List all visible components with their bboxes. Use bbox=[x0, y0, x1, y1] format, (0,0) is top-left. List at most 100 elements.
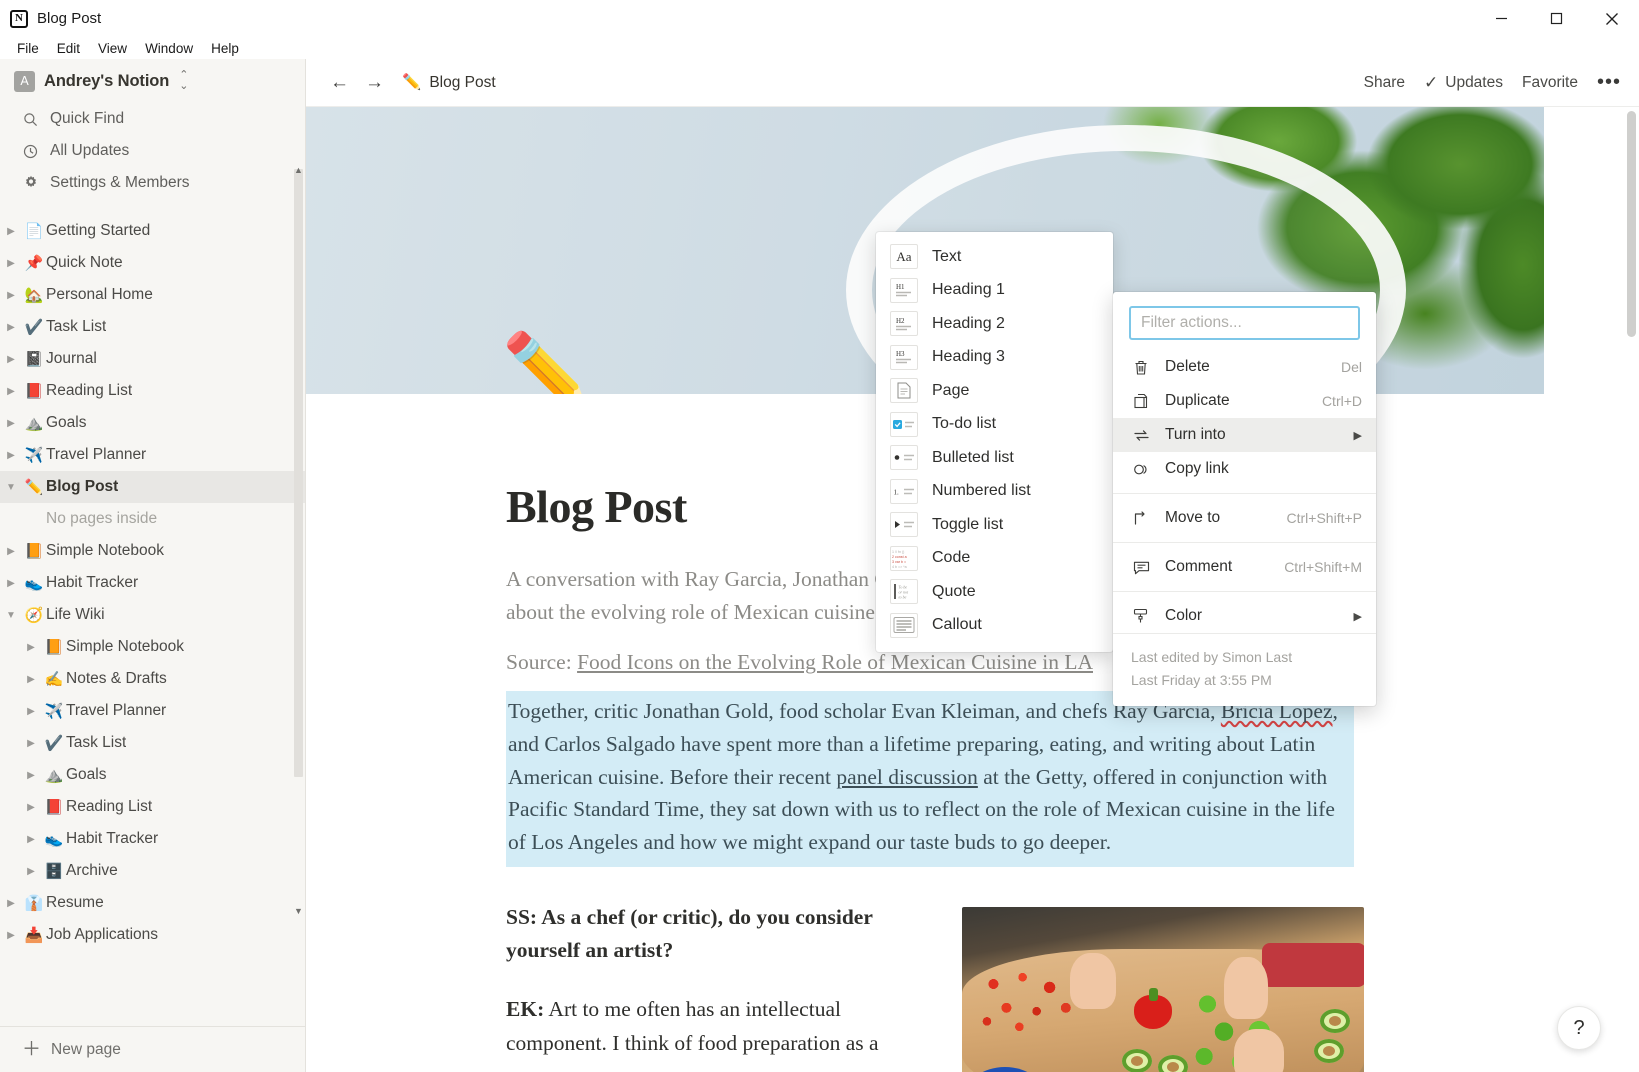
arrow-right-icon[interactable]: → bbox=[365, 72, 384, 94]
turn-into-option-numbered-list[interactable]: 1. Numbered list bbox=[876, 475, 1113, 509]
tree-item-simple-notebook[interactable]: ▶ 📙 Simple Notebook bbox=[0, 631, 305, 663]
tree-item-goals[interactable]: ▶ ⛰️ Goals bbox=[0, 407, 305, 439]
minimize-icon[interactable] bbox=[1474, 0, 1529, 37]
sidebar-scrollbar-thumb[interactable] bbox=[294, 169, 303, 777]
sidebar-item-settings-members[interactable]: Settings & Members bbox=[0, 167, 305, 199]
new-page-button[interactable]: ＋ New page bbox=[0, 1026, 305, 1072]
chevron-right-icon[interactable]: ▶ bbox=[0, 578, 22, 589]
turn-into-option-quote[interactable]: To be or not to be Quote bbox=[876, 575, 1113, 609]
share-button[interactable]: Share bbox=[1364, 74, 1405, 92]
tree-item-getting-started[interactable]: ▶ 📄 Getting Started bbox=[0, 215, 305, 247]
tree-item-task-list[interactable]: ▶ ✔️ Task List bbox=[0, 311, 305, 343]
tree-item-blog-post[interactable]: ▼ ✏️ Blog Post bbox=[0, 471, 305, 503]
turn-into-option-heading-2[interactable]: H2 Heading 2 bbox=[876, 307, 1113, 341]
tree-item-habit-tracker[interactable]: ▶ 👟 Habit Tracker bbox=[0, 567, 305, 599]
maximize-icon[interactable] bbox=[1529, 0, 1584, 37]
workspace-switcher[interactable]: A Andrey's Notion ⌃ ⌄ bbox=[0, 59, 305, 103]
more-dots-icon[interactable]: ••• bbox=[1597, 71, 1621, 94]
source-link[interactable]: Food Icons on the Evolving Role of Mexic… bbox=[577, 650, 1093, 674]
turn-into-option-toggle-list[interactable]: Toggle list bbox=[876, 508, 1113, 542]
chevron-right-icon[interactable]: ▶ bbox=[20, 770, 42, 781]
turn-into-option-text[interactable]: Aa Text bbox=[876, 240, 1113, 274]
tree-item-resume[interactable]: ▶ 👔 Resume bbox=[0, 887, 305, 919]
chevron-right-icon[interactable]: ▶ bbox=[0, 450, 22, 461]
context-menu-item-comment[interactable]: Comment Ctrl+Shift+M bbox=[1113, 550, 1376, 584]
tree-item-simple-notebook[interactable]: ▶ 📙 Simple Notebook bbox=[0, 535, 305, 567]
turn-into-option-heading-1[interactable]: H1 Heading 1 bbox=[876, 274, 1113, 308]
tree-item-journal[interactable]: ▶ 📓 Journal bbox=[0, 343, 305, 375]
chevron-right-icon[interactable]: ▶ bbox=[0, 546, 22, 557]
tree-item-goals[interactable]: ▶ ⛰️ Goals bbox=[0, 759, 305, 791]
turn-into-option-heading-3[interactable]: H3 Heading 3 bbox=[876, 341, 1113, 375]
tree-item-travel-planner[interactable]: ▶ ✈️ Travel Planner bbox=[0, 695, 305, 727]
sidebar-item-quick-find[interactable]: Quick Find bbox=[0, 103, 305, 135]
filter-actions-input[interactable] bbox=[1141, 314, 1348, 332]
page-icon-emoji[interactable]: ✏️ bbox=[502, 335, 592, 394]
chevron-right-icon[interactable]: ▶ bbox=[20, 706, 42, 717]
turn-into-option-callout[interactable]: Callout bbox=[876, 609, 1113, 643]
page-icon bbox=[890, 378, 918, 404]
chevron-right-icon[interactable]: ▶ bbox=[0, 898, 22, 909]
menu-window[interactable]: Window bbox=[136, 40, 202, 57]
context-menu-item-turn-into[interactable]: Turn into ▶ bbox=[1113, 418, 1376, 452]
context-menu-item-move-to[interactable]: Move to Ctrl+Shift+P bbox=[1113, 501, 1376, 535]
chevron-down-icon[interactable]: ▼ bbox=[0, 610, 22, 621]
page-scroll-up-arrow[interactable]: ▲ bbox=[1625, 107, 1637, 109]
arrow-left-icon[interactable]: ← bbox=[330, 72, 349, 94]
chevron-right-icon[interactable]: ▶ bbox=[20, 802, 42, 813]
sidebar-scroll-down-arrow[interactable]: ▼ bbox=[293, 904, 304, 917]
updates-button[interactable]: ✓ Updates bbox=[1424, 73, 1503, 93]
tree-item-travel-planner[interactable]: ▶ ✈️ Travel Planner bbox=[0, 439, 305, 471]
chevron-right-icon[interactable]: ▶ bbox=[0, 418, 22, 429]
chevron-right-icon[interactable]: ▶ bbox=[0, 386, 22, 397]
interview-question[interactable]: SS: As a chef (or critic), do you consid… bbox=[506, 901, 926, 968]
sidebar-scroll-up-arrow[interactable]: ▲ bbox=[293, 163, 304, 176]
favorite-button[interactable]: Favorite bbox=[1522, 74, 1578, 92]
menu-view[interactable]: View bbox=[89, 40, 136, 57]
chevron-right-icon[interactable]: ▶ bbox=[20, 834, 42, 845]
chevron-right-icon[interactable]: ▶ bbox=[20, 674, 42, 685]
context-menu-item-copy-link[interactable]: Copy link bbox=[1113, 452, 1376, 486]
chevron-right-icon[interactable]: ▶ bbox=[0, 322, 22, 333]
sidebar-item-all-updates[interactable]: All Updates bbox=[0, 135, 305, 167]
page-scrollbar-thumb[interactable] bbox=[1627, 111, 1636, 337]
tree-item-task-list[interactable]: ▶ ✔️ Task List bbox=[0, 727, 305, 759]
help-button[interactable]: ? bbox=[1557, 1006, 1601, 1050]
chevron-right-icon[interactable]: ▶ bbox=[0, 290, 22, 301]
tree-item-life-wiki[interactable]: ▼ 🧭 Life Wiki bbox=[0, 599, 305, 631]
todo-list-icon bbox=[890, 411, 918, 437]
filter-actions-field[interactable] bbox=[1129, 306, 1360, 340]
chevron-down-icon[interactable]: ▼ bbox=[0, 482, 22, 493]
tree-item-reading-list[interactable]: ▶ 📕 Reading List bbox=[0, 375, 305, 407]
tree-item-archive[interactable]: ▶ 🗄️ Archive bbox=[0, 855, 305, 887]
turn-into-option-page[interactable]: Page bbox=[876, 374, 1113, 408]
context-menu-item-color[interactable]: Color ▶ bbox=[1113, 599, 1376, 633]
menu-edit[interactable]: Edit bbox=[48, 40, 89, 57]
close-icon[interactable] bbox=[1584, 0, 1639, 37]
context-menu-item-duplicate[interactable]: Duplicate Ctrl+D bbox=[1113, 384, 1376, 418]
tree-item-personal-home[interactable]: ▶ 🏡 Personal Home bbox=[0, 279, 305, 311]
chevron-right-icon[interactable]: ▶ bbox=[20, 738, 42, 749]
chevron-right-icon[interactable]: ▶ bbox=[0, 354, 22, 365]
chevron-right-icon[interactable]: ▶ bbox=[20, 866, 42, 877]
tree-item-quick-note[interactable]: ▶ 📌 Quick Note bbox=[0, 247, 305, 279]
panel-discussion-link[interactable]: panel discussion bbox=[836, 765, 978, 789]
turn-into-option-bulleted-list[interactable]: Bulleted list bbox=[876, 441, 1113, 475]
menu-help[interactable]: Help bbox=[202, 40, 248, 57]
tree-item-notes-drafts[interactable]: ▶ ✍️ Notes & Drafts bbox=[0, 663, 305, 695]
chevron-right-icon[interactable]: ▶ bbox=[0, 930, 22, 941]
breadcrumb[interactable]: ✏️ Blog Post bbox=[402, 73, 496, 92]
interview-answer[interactable]: EK: Art to me often has an intellectual … bbox=[506, 993, 926, 1060]
chevron-right-icon[interactable]: ▶ bbox=[0, 258, 22, 269]
menu-file[interactable]: File bbox=[8, 40, 48, 57]
tree-item-reading-list[interactable]: ▶ 📕 Reading List bbox=[0, 791, 305, 823]
tree-item-job-applications[interactable]: ▶ 📥 Job Applications bbox=[0, 919, 305, 951]
chevron-right-icon[interactable]: ▶ bbox=[20, 642, 42, 653]
selected-paragraph-block[interactable]: Together, critic Jonathan Gold, food sch… bbox=[506, 691, 1354, 867]
turn-into-option-code[interactable]: 1 // fn () 2 const a3 var b = 4 b => *a Cod… bbox=[876, 542, 1113, 576]
tree-item-habit-tracker[interactable]: ▶ 👟 Habit Tracker bbox=[0, 823, 305, 855]
chevron-right-icon[interactable]: ▶ bbox=[0, 226, 22, 237]
context-menu-item-delete[interactable]: Delete Del bbox=[1113, 350, 1376, 384]
turn-into-option-to-do-list[interactable]: To-do list bbox=[876, 408, 1113, 442]
inline-food-photo[interactable] bbox=[962, 906, 1364, 1072]
